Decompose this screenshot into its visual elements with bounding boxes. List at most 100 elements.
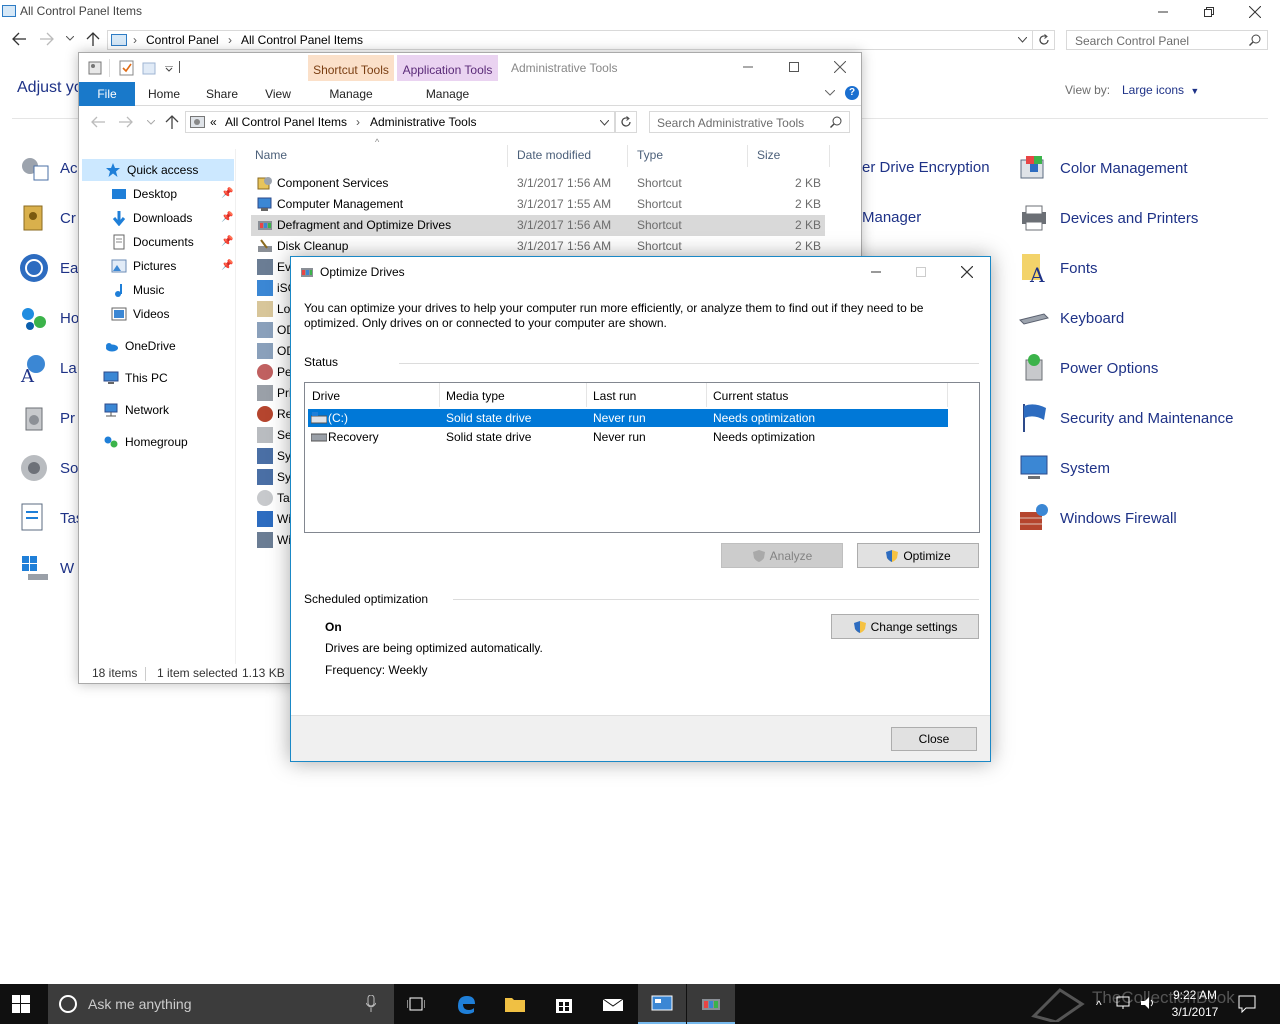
search-control-panel-input[interactable]: Search Control Panel (1066, 30, 1268, 50)
nav-homegroup[interactable]: Homegroup (103, 431, 188, 453)
qat-customize-button[interactable] (165, 66, 173, 72)
breadcrumb-admin-tools[interactable]: Administrative Tools (370, 115, 477, 129)
clock-time[interactable]: 9:22 AM (1170, 988, 1220, 1002)
cp-item-fonts[interactable]: A Fonts (1018, 252, 1098, 284)
nav-network[interactable]: Network (103, 399, 169, 421)
nav-documents[interactable]: Documents (111, 231, 194, 253)
cp-item-system[interactable]: System (1018, 452, 1110, 484)
optimize-button[interactable]: Optimize (857, 543, 979, 568)
cp-item-action-center[interactable]: Ac (18, 152, 78, 184)
nav-onedrive[interactable]: OneDrive (103, 335, 176, 357)
column-last-run[interactable]: Last run (593, 389, 636, 403)
cp-item-credential-manager[interactable]: Cr (18, 202, 76, 234)
column-name[interactable]: Name (255, 148, 287, 162)
up-button[interactable] (86, 32, 100, 46)
explorer-maximize-button[interactable] (771, 53, 817, 81)
cp-item-taskbar[interactable]: Tas (18, 502, 83, 534)
qat-new-folder-button[interactable] (141, 60, 157, 76)
tab-share[interactable]: Share (197, 82, 247, 106)
tab-view[interactable]: View (253, 82, 303, 106)
cp-item-ease-of-access[interactable]: Ea (18, 252, 78, 284)
tab-manage-application[interactable]: Manage (397, 82, 498, 106)
view-by-dropdown[interactable]: Large icons ▼ (1122, 83, 1199, 97)
address-dropdown-button[interactable] (1018, 37, 1027, 43)
taskbar-store[interactable] (540, 984, 588, 1024)
minimize-button[interactable] (1140, 0, 1186, 24)
start-button[interactable] (12, 995, 30, 1013)
tab-file[interactable]: File (79, 82, 135, 106)
explorer-recent-button[interactable] (147, 120, 155, 126)
recent-locations-button[interactable] (66, 36, 74, 42)
cp-item-language[interactable]: A La (18, 352, 77, 384)
show-hidden-icons-button[interactable]: ^ (1096, 998, 1102, 1012)
close-button[interactable]: Close (891, 727, 977, 751)
refresh-button[interactable] (1033, 30, 1055, 50)
breadcrumb-all-items[interactable]: All Control Panel Items (225, 115, 347, 129)
explorer-close-button[interactable] (817, 53, 863, 81)
column-current-status[interactable]: Current status (713, 389, 788, 403)
file-row[interactable]: Disk Cleanup 3/1/2017 1:56 AM Shortcut 2… (251, 236, 825, 257)
column-size[interactable]: Size (757, 148, 780, 162)
action-center-notification-icon[interactable] (1238, 995, 1256, 1013)
address-bar[interactable]: › Control Panel › All Control Panel Item… (107, 30, 1033, 50)
cp-item-security-and-maintenance[interactable]: Security and Maintenance (1018, 402, 1233, 434)
file-name-partial[interactable]: Wi (277, 512, 291, 526)
restore-button[interactable] (1186, 0, 1232, 24)
nav-downloads[interactable]: Downloads (111, 207, 192, 229)
file-row-selected[interactable]: Defragment and Optimize Drives 3/1/2017 … (251, 215, 825, 236)
cp-item-device-manager[interactable]: Manager (862, 209, 921, 226)
search-admin-tools-input[interactable]: Search Administrative Tools (649, 111, 850, 133)
explorer-minimize-button[interactable] (725, 53, 771, 81)
nav-videos[interactable]: Videos (111, 303, 169, 325)
column-drive[interactable]: Drive (312, 389, 340, 403)
cp-item-power-options[interactable]: Power Options (1018, 352, 1158, 384)
taskbar-mail[interactable] (589, 984, 637, 1024)
help-icon[interactable]: ? (845, 86, 859, 100)
cp-item-sound[interactable]: So (18, 452, 78, 484)
clock-date[interactable]: 3/1/2017 (1170, 1005, 1220, 1019)
close-window-button[interactable] (1232, 0, 1278, 24)
nav-music[interactable]: Music (111, 279, 164, 301)
forward-button[interactable] (40, 32, 54, 46)
cortana-search-box[interactable]: Ask me anything (48, 984, 394, 1024)
cp-item-color-management[interactable]: Color Management (1018, 152, 1188, 184)
nav-pictures[interactable]: Pictures (111, 255, 176, 277)
taskbar-optimize-drives[interactable] (687, 984, 735, 1024)
tab-manage-shortcut[interactable]: Manage (308, 82, 394, 106)
cp-item-devices-and-printers[interactable]: Devices and Printers (1018, 202, 1198, 234)
explorer-back-button[interactable] (91, 116, 105, 128)
address-overflow-icon[interactable]: « (210, 115, 217, 129)
drive-row-selected[interactable]: (C:) Solid state drive Never run Needs o… (308, 409, 948, 427)
file-name-partial[interactable]: Wi (277, 533, 291, 547)
cp-item-programs[interactable]: Pr (18, 402, 75, 434)
nav-quick-access[interactable]: Quick access (105, 159, 198, 181)
nav-this-pc[interactable]: This PC (103, 367, 168, 389)
dialog-close-x-button[interactable] (944, 257, 990, 287)
cp-item-bitlocker[interactable]: er Drive Encryption (862, 159, 990, 176)
drive-row[interactable]: Recovery Solid state drive Never run Nee… (308, 428, 948, 446)
qat-properties-button[interactable] (87, 60, 103, 76)
tab-home[interactable]: Home (139, 82, 189, 106)
column-date-modified[interactable]: Date modified (517, 148, 591, 162)
cp-item-windows-to-go[interactable]: W (18, 552, 74, 584)
file-row[interactable]: Component Services 3/1/2017 1:56 AM Shor… (251, 173, 825, 194)
dialog-minimize-button[interactable] (853, 257, 899, 287)
breadcrumb-all-items[interactable]: All Control Panel Items (241, 33, 363, 47)
drive-list[interactable]: Drive Media type Last run Current status… (304, 382, 980, 533)
file-name-partial[interactable]: Lo (277, 302, 290, 316)
column-type[interactable]: Type (637, 148, 663, 162)
cp-item-homegroup[interactable]: Ho (18, 302, 79, 334)
explorer-up-button[interactable] (165, 115, 179, 129)
analyze-button[interactable]: Analyze (721, 543, 843, 568)
qat-check-button[interactable] (119, 60, 135, 76)
task-view-button[interactable] (392, 984, 440, 1024)
volume-icon[interactable] (1140, 996, 1158, 1010)
network-status-icon[interactable] (1116, 996, 1134, 1010)
cp-item-keyboard[interactable]: Keyboard (1018, 302, 1124, 334)
column-media-type[interactable]: Media type (446, 389, 505, 403)
expand-ribbon-button[interactable] (825, 90, 835, 96)
taskbar-edge[interactable] (442, 984, 490, 1024)
change-settings-button[interactable]: Change settings (831, 614, 979, 639)
back-button[interactable] (12, 32, 26, 46)
explorer-refresh-button[interactable] (615, 111, 637, 133)
